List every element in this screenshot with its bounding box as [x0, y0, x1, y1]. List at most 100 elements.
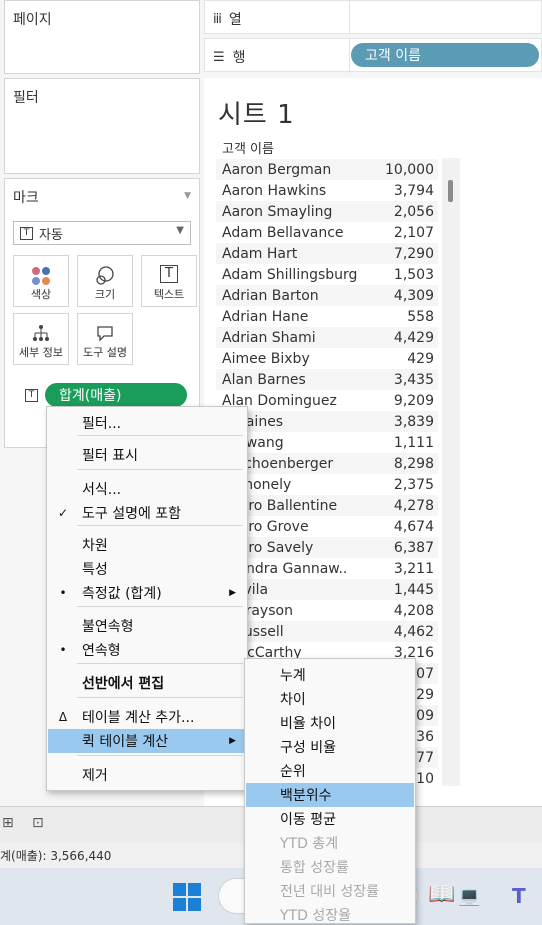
- quick-calc-item[interactable]: 구성 비율: [246, 735, 414, 759]
- customer-name-cell: Adam Bellavance: [222, 224, 344, 241]
- text-button[interactable]: T 텍스트: [141, 255, 197, 307]
- vertical-scrollbar[interactable]: [442, 158, 460, 786]
- table-row[interactable]: Adrian Shami 4,429: [216, 327, 438, 348]
- table-row[interactable]: n Haines 3,839: [216, 411, 438, 432]
- color-label: 색상: [30, 288, 52, 301]
- table-row[interactable]: Adam Hart 7,290: [216, 243, 438, 264]
- rows-icon: ☰: [213, 49, 225, 65]
- context-menu-item-label: 연속형: [82, 643, 121, 659]
- context-menu-item-label: 불연속형: [82, 619, 134, 635]
- quick-calc-item-label: 순위: [280, 764, 306, 780]
- sales-value-cell: 558: [407, 308, 434, 325]
- menu-item-marker-icon: ✓: [57, 506, 69, 520]
- quick-calc-item: 통합 성장률: [246, 855, 414, 879]
- menu-separator: [77, 606, 243, 607]
- context-menu-item[interactable]: 필터 표시: [48, 443, 246, 467]
- size-icon: [96, 266, 114, 285]
- context-menu-item[interactable]: 제거: [48, 763, 246, 787]
- quick-calc-item[interactable]: 누계: [246, 663, 414, 687]
- color-button[interactable]: 색상: [13, 255, 69, 307]
- laptop-icon[interactable]: 💻: [458, 886, 480, 907]
- quick-calc-item[interactable]: 순위: [246, 759, 414, 783]
- sales-value-cell: 9,209: [393, 392, 434, 409]
- table-row[interactable]: Alan Barnes 3,435: [216, 369, 438, 390]
- context-menu-item[interactable]: 선반에서 편집: [48, 671, 246, 695]
- table-row[interactable]: Aaron Bergman 10,000: [216, 159, 438, 180]
- mark-type-value: 자동: [39, 227, 63, 243]
- context-menu-item[interactable]: • 측정값 (합계) ▶: [48, 581, 246, 605]
- table-row[interactable]: Aaron Hawkins 3,794: [216, 180, 438, 201]
- context-menu-item[interactable]: 차원: [48, 533, 246, 557]
- context-menu-item[interactable]: 필터...: [48, 411, 246, 435]
- table-row[interactable]: ksandra Gannaw.. 3,211: [216, 558, 438, 579]
- columns-shelf[interactable]: iii 열: [204, 0, 542, 35]
- table-row[interactable]: Adrian Hane 558: [216, 306, 438, 327]
- customer-name-cell: Adam Hart: [222, 245, 298, 262]
- sales-value-cell: 429: [407, 350, 434, 367]
- context-menu-item[interactable]: Δ 테이블 계산 추가...: [48, 705, 246, 729]
- quick-calc-item[interactable]: 비율 차이: [246, 711, 414, 735]
- table-row[interactable]: x Grayson 4,208: [216, 600, 438, 621]
- context-menu-item[interactable]: • 연속형: [48, 638, 246, 662]
- scrollbar-thumb[interactable]: [448, 180, 453, 202]
- quick-calc-item[interactable]: 백분위수: [246, 783, 414, 807]
- new-dashboard-icon[interactable]: ⊡: [32, 815, 44, 831]
- table-row[interactable]: Alan Dominguez 9,209: [216, 390, 438, 411]
- text-encoding-icon: T: [25, 389, 38, 402]
- table-row[interactable]: n Hwang 1,111: [216, 432, 438, 453]
- sales-value-cell: 4,309: [393, 287, 434, 304]
- context-menu-item-label: 도구 설명에 포함: [82, 506, 182, 522]
- marks-collapse-icon[interactable]: ▼: [184, 191, 191, 201]
- rows-shelf[interactable]: ☰ 행 고객 이름: [204, 38, 542, 73]
- size-button[interactable]: 크기: [77, 255, 133, 307]
- context-menu-item[interactable]: 퀵 테이블 계산 ▶: [48, 729, 246, 753]
- sales-value-cell: 4,674: [393, 518, 434, 535]
- detail-button[interactable]: 세부 정보: [13, 313, 69, 365]
- table-row[interactable]: x Russell 4,462: [216, 621, 438, 642]
- measure-pill[interactable]: 합계(매출): [45, 383, 187, 407]
- text-label: 텍스트: [153, 288, 185, 301]
- customer-name-cell: Aaron Bergman: [222, 161, 332, 178]
- quick-calc-item[interactable]: 차이: [246, 687, 414, 711]
- table-row[interactable]: Adam Shillingsburg 1,503: [216, 264, 438, 285]
- windows-start-icon[interactable]: [172, 882, 202, 912]
- tooltip-button[interactable]: 도구 설명: [77, 313, 133, 365]
- sales-value-cell: 1,445: [393, 581, 434, 598]
- sales-value-cell: 4,208: [393, 602, 434, 619]
- tooltip-icon: [97, 326, 113, 342]
- context-menu-item-label: 제거: [82, 768, 108, 784]
- context-menu-item[interactable]: 불연속형: [48, 614, 246, 638]
- table-row[interactable]: andro Ballentine 4,278: [216, 495, 438, 516]
- context-menu-item-label: 테이블 계산 추가...: [82, 710, 195, 726]
- rows-label: 행: [232, 50, 246, 66]
- sales-value-cell: 2,056: [393, 203, 434, 220]
- teams-icon[interactable]: T: [512, 884, 526, 908]
- context-menu-item-label: 특성: [82, 562, 108, 578]
- context-menu-item[interactable]: 서식...: [48, 477, 246, 501]
- sales-value-cell: 3,435: [393, 371, 434, 388]
- customer-name-cell: Adrian Barton: [222, 287, 319, 304]
- context-menu-item[interactable]: 특성: [48, 557, 246, 581]
- new-sheet-icon[interactable]: ⊞: [2, 815, 14, 831]
- table-row[interactable]: n Shonely 2,375: [216, 474, 438, 495]
- table-row[interactable]: Aimee Bixby 429: [216, 348, 438, 369]
- table-row[interactable]: x Avila1,445: [216, 579, 438, 600]
- quick-calc-item[interactable]: 이동 평균: [246, 807, 414, 831]
- customer-name-pill[interactable]: 고객 이름: [351, 43, 539, 67]
- context-menu: 필터... 필터 표시서식... ✓ 도구 설명에 포함차원특성 • 측정값 (합계) ▶ 불…: [46, 406, 248, 791]
- table-row[interactable]: n Schoenberger 8,298: [216, 453, 438, 474]
- table-row[interactable]: Adam Bellavance 2,107: [216, 222, 438, 243]
- mark-type-dropdown[interactable]: T 자동 ▼: [13, 221, 191, 245]
- context-menu-item[interactable]: ✓ 도구 설명에 포함: [48, 501, 246, 525]
- columns-icon: iii: [213, 11, 222, 27]
- customer-name-cell: Aaron Smayling: [222, 203, 333, 220]
- table-row[interactable]: Adrian Barton 4,309: [216, 285, 438, 306]
- text-mark-icon: T: [20, 226, 33, 240]
- explorer-icon[interactable]: 📖: [428, 882, 455, 907]
- table-row[interactable]: andro Grove 4,674: [216, 516, 438, 537]
- sales-value-cell: 4,278: [393, 497, 434, 514]
- table-row[interactable]: andro Savely 6,387: [216, 537, 438, 558]
- table-row[interactable]: Aaron Smayling 2,056: [216, 201, 438, 222]
- rows-divider: [349, 39, 350, 73]
- sales-value-cell: 1,503: [393, 266, 434, 283]
